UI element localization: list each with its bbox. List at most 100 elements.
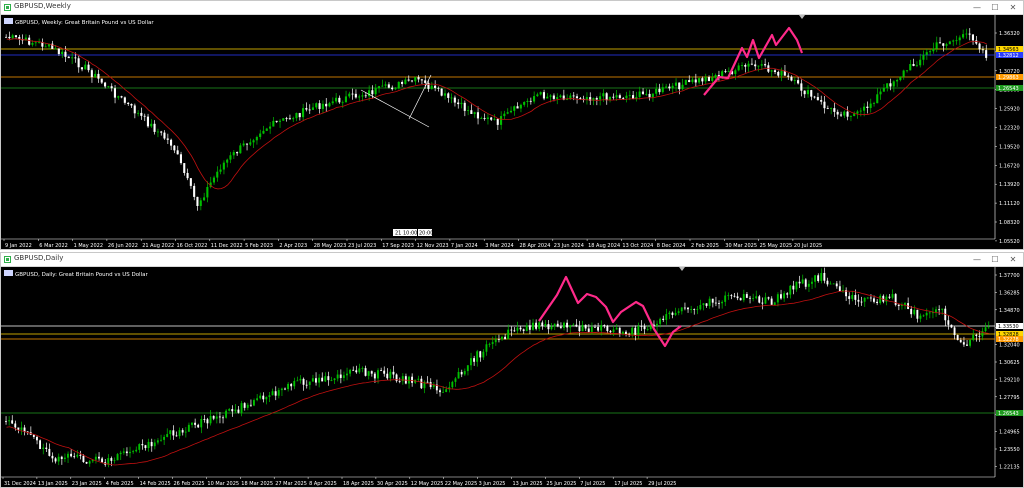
candle — [324, 372, 327, 382]
daily-titlebar[interactable]: GBPUSD,Daily — ☐ ✕ — [1, 253, 1023, 267]
candle — [896, 78, 899, 87]
candle — [252, 138, 255, 149]
price-tick-label: 1.30720 — [999, 69, 1020, 75]
candle — [32, 434, 35, 439]
candle — [122, 448, 125, 455]
date-tick-label: 1 May 2022 — [74, 243, 103, 249]
candle — [229, 151, 232, 164]
date-tick-label: 18 Aug 2024 — [588, 243, 620, 249]
date-tick-label: 25 May 2025 — [760, 243, 793, 249]
candle — [953, 326, 956, 340]
candle — [944, 305, 947, 327]
date-tick-label: 31 Dec 2024 — [4, 481, 36, 487]
candle — [36, 435, 38, 445]
candle — [315, 102, 318, 110]
candle — [938, 305, 940, 315]
candle — [231, 405, 234, 417]
chart-canvas[interactable]: GBPUSD, Weekly: Great Britain Pound vs U… — [1, 15, 1023, 249]
candle — [256, 393, 258, 402]
candle — [473, 355, 475, 366]
candle — [183, 163, 186, 176]
candle — [942, 43, 945, 52]
candle — [135, 446, 138, 453]
candle — [823, 267, 826, 284]
chart-window-icon — [4, 256, 11, 263]
candle — [284, 387, 286, 391]
minimize-button[interactable]: — — [969, 2, 985, 14]
candle — [255, 135, 258, 145]
candle — [869, 98, 872, 113]
candle — [544, 320, 547, 328]
chart-shift-marker[interactable] — [679, 267, 685, 271]
candle — [327, 371, 330, 386]
candle — [704, 73, 707, 85]
symbol-flag-icon — [4, 18, 13, 24]
daily-chart-window[interactable]: GBPUSD,Daily — ☐ ✕ GBPUSD, Daily: Great … — [0, 252, 1024, 488]
candle — [708, 296, 711, 309]
candle — [482, 349, 485, 361]
candle — [526, 98, 529, 108]
candle — [268, 391, 271, 403]
candle — [702, 302, 705, 311]
candle — [786, 292, 789, 299]
date-tick-label: 2 Feb 2025 — [691, 243, 719, 249]
candle — [820, 95, 823, 105]
minimize-button[interactable]: — — [969, 254, 985, 266]
close-button[interactable]: ✕ — [1005, 2, 1021, 14]
candle — [20, 421, 23, 435]
candle — [888, 294, 891, 299]
candle — [589, 92, 592, 105]
candle — [274, 386, 277, 401]
weekly-chart-window[interactable]: GBPUSD,Weekly — ☐ ✕ GBPUSD, Weekly: Grea… — [0, 0, 1024, 250]
candle — [466, 365, 469, 376]
candle — [694, 73, 697, 87]
candle — [572, 323, 575, 326]
candle — [305, 102, 308, 112]
candle — [240, 400, 243, 417]
price-level-tag-label: 1.33530 — [998, 324, 1019, 330]
candle — [209, 176, 212, 189]
candle — [581, 320, 584, 332]
candle — [790, 75, 793, 82]
candle — [744, 63, 747, 73]
daily-price-chart[interactable]: GBPUSD, Daily: Great Britain Pound vs US… — [1, 267, 1023, 487]
candle — [899, 76, 902, 82]
candle — [219, 164, 222, 175]
candle — [206, 181, 209, 203]
candle — [298, 112, 301, 121]
candle — [597, 322, 599, 333]
trendline[interactable] — [360, 89, 430, 128]
candle — [80, 67, 83, 72]
maximize-button[interactable]: ☐ — [987, 2, 1003, 14]
maximize-button[interactable]: ☐ — [987, 254, 1003, 266]
close-button[interactable]: ✕ — [1005, 254, 1021, 266]
candle — [398, 377, 401, 384]
candle — [876, 299, 878, 306]
candle — [333, 378, 336, 385]
candle — [242, 140, 245, 147]
chart-shift-marker[interactable] — [799, 15, 805, 19]
candle — [705, 303, 708, 308]
candle — [196, 196, 199, 211]
candle — [978, 42, 981, 53]
candle — [130, 103, 133, 108]
chart-canvas[interactable]: GBPUSD, Daily: Great Britain Pound vs US… — [1, 267, 1023, 487]
date-tick-label: 2 Apr 2023 — [279, 243, 307, 249]
candle — [608, 96, 611, 103]
weekly-price-chart[interactable]: GBPUSD, Weekly: Great Britain Pound vs U… — [1, 15, 1023, 249]
candle — [618, 93, 621, 99]
candle — [110, 83, 113, 92]
price-level-tag-label: 1.32812 — [998, 53, 1019, 59]
candle — [897, 303, 900, 311]
candle — [724, 69, 727, 74]
weekly-titlebar[interactable]: GBPUSD,Weekly — ☐ ✕ — [1, 1, 1023, 15]
candle — [454, 377, 457, 387]
chart-header: GBPUSD, Daily: Great Britain Pound vs US… — [15, 272, 148, 278]
candle — [450, 93, 453, 104]
window-title: GBPUSD,Daily — [14, 254, 64, 262]
candle — [599, 92, 602, 106]
candle — [550, 322, 553, 331]
candle — [718, 300, 720, 309]
candle — [798, 275, 801, 288]
candle — [509, 106, 512, 114]
